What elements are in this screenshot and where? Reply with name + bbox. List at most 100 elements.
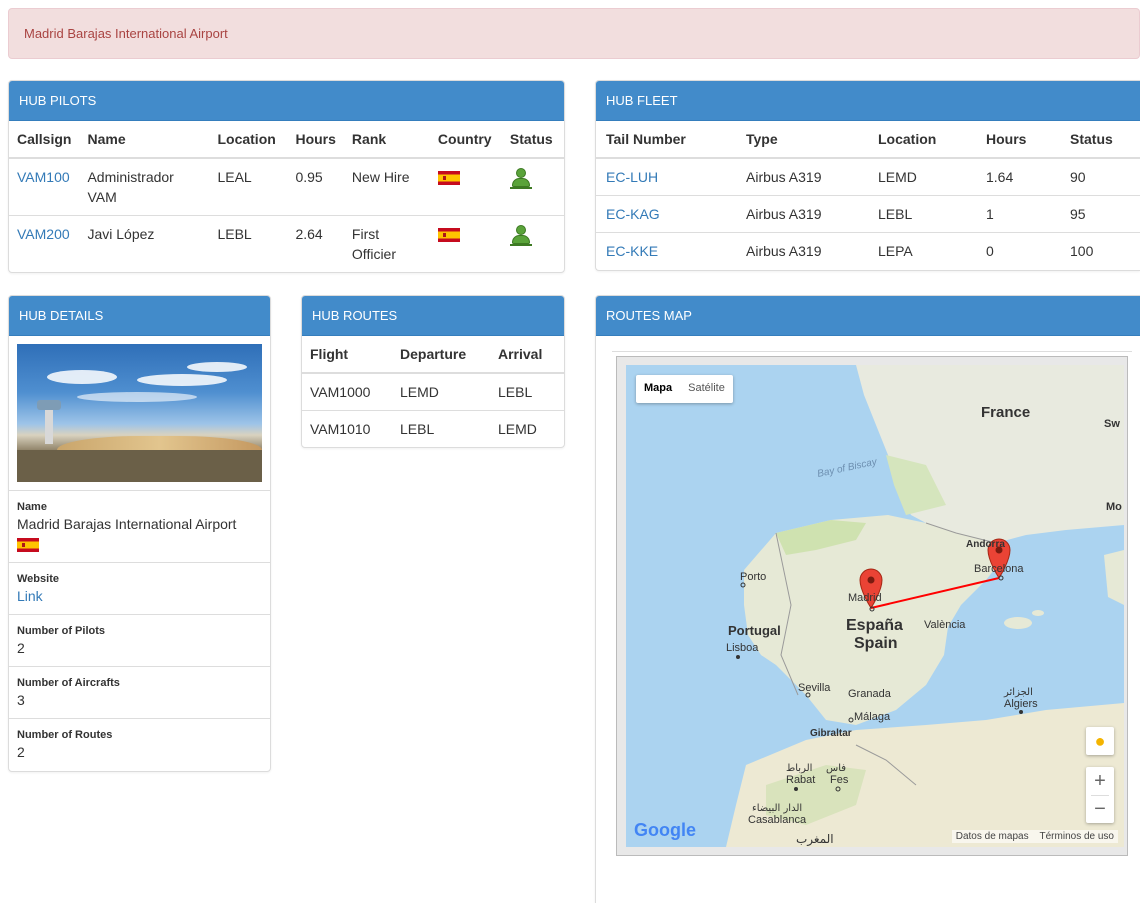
hub-pilots-table: Callsign Name Location Hours Rank Countr…: [9, 121, 564, 272]
fleet-location: LEBL: [868, 195, 976, 233]
map-label-spain: Spain: [854, 635, 898, 652]
hub-name-alert: Madrid Barajas International Airport: [8, 8, 1140, 59]
map-type-map-button[interactable]: Mapa: [636, 375, 680, 403]
zoom-in-button[interactable]: +: [1086, 767, 1114, 795]
zoom-out-button[interactable]: −: [1086, 795, 1114, 823]
col-status[interactable]: Status: [501, 121, 564, 159]
detail-website: Website Link: [9, 562, 270, 614]
table-row: EC-KAG Airbus A319 LEBL 1 95: [596, 195, 1140, 233]
map-label-valencia: València: [924, 619, 966, 631]
hub-fleet-table: Tail Number Type Location Hours Status E…: [596, 121, 1140, 269]
hub-routes-title: HUB ROUTES: [312, 308, 398, 323]
table-row: VAM100 Administrador VAM LEAL 0.95 New H…: [9, 157, 564, 216]
hub-pilots-panel: HUB PILOTS Callsign Name Location Hours …: [8, 80, 565, 273]
pilot-callsign-link[interactable]: VAM200: [17, 226, 70, 242]
street-view-pegman-icon[interactable]: ●: [1086, 727, 1114, 755]
detail-pilots: Number of Pilots 2: [9, 614, 270, 666]
fleet-status: 90: [1060, 157, 1140, 196]
map-label-algiers: Algiers: [1004, 698, 1038, 710]
hub-details-title: HUB DETAILS: [19, 308, 104, 323]
map-label-sw: Sw: [1104, 418, 1120, 430]
detail-name-value: Madrid Barajas International Airport: [17, 516, 237, 532]
hub-details-panel: HUB DETAILS Name Madrid Barajas Internat…: [8, 295, 271, 772]
col-hours[interactable]: Hours: [976, 121, 1060, 159]
col-country[interactable]: Country: [429, 121, 502, 159]
col-type[interactable]: Type: [736, 121, 868, 159]
hub-fleet-panel: HUB FLEET Tail Number Type Location Hour…: [595, 80, 1140, 271]
col-arrival[interactable]: Arrival: [490, 336, 564, 374]
fleet-type: Airbus A319: [736, 195, 868, 233]
table-row: VAM200 Javi López LEBL 2.64 First Offici…: [9, 215, 564, 272]
control-tower: [45, 406, 53, 444]
map-label-maghreb-ar: المغرب: [796, 832, 834, 847]
map-frame: France Sw Mo Bay of Biscay Porto Portuga…: [616, 356, 1128, 856]
fleet-status: 95: [1060, 195, 1140, 233]
map-type-control: Mapa Satélite: [636, 375, 733, 403]
flag-spain-icon: [437, 171, 460, 186]
col-location[interactable]: Location: [209, 121, 288, 159]
map-label-porto: Porto: [740, 571, 766, 583]
fleet-hours: 1.64: [976, 157, 1060, 196]
hub-fleet-heading: HUB FLEET: [596, 81, 1140, 121]
map-label-malaga: Málaga: [854, 711, 891, 723]
map-label-lisboa: Lisboa: [726, 642, 759, 654]
map-label-rabat: Rabat: [786, 774, 815, 786]
detail-routes-label: Number of Routes: [17, 729, 113, 742]
col-hours[interactable]: Hours: [287, 121, 344, 159]
routes-map-title: ROUTES MAP: [606, 308, 692, 323]
table-row: EC-KKE Airbus A319 LEPA 0 100: [596, 232, 1140, 269]
map-label-rabat-ar: الرباط: [786, 763, 812, 774]
pilot-hours: 2.64: [287, 215, 344, 272]
hub-routes-heading: HUB ROUTES: [302, 296, 564, 336]
detail-pilots-value: 2: [17, 640, 25, 657]
detail-name-label: Name: [17, 501, 47, 513]
website-link[interactable]: Link: [17, 588, 43, 604]
table-row: VAM1000 LEMD LEBL: [302, 372, 564, 411]
terminal-building: [57, 436, 262, 450]
fleet-tail-link[interactable]: EC-LUH: [606, 169, 658, 185]
col-callsign[interactable]: Callsign: [9, 121, 80, 159]
user-active-icon: [509, 224, 532, 246]
fleet-tail-link[interactable]: EC-KKE: [606, 243, 658, 259]
map-type-satellite-button[interactable]: Satélite: [680, 375, 733, 403]
detail-pilots-label: Number of Pilots: [17, 625, 106, 638]
user-active-icon: [509, 167, 532, 189]
google-logo[interactable]: Google: [634, 820, 696, 841]
map-canvas: France Sw Mo Bay of Biscay Porto Portuga…: [726, 365, 1124, 847]
route-departure: LEMD: [392, 372, 490, 411]
routes-map[interactable]: France Sw Mo Bay of Biscay Porto Portuga…: [626, 365, 1124, 847]
fleet-status: 100: [1060, 232, 1140, 269]
fleet-hours: 1: [976, 195, 1060, 233]
table-row: VAM1010 LEBL LEMD: [302, 410, 564, 447]
col-flight[interactable]: Flight: [302, 336, 392, 374]
col-location[interactable]: Location: [868, 121, 976, 159]
detail-routes: Number of Routes 2: [9, 718, 270, 770]
map-footer: Datos de mapas Términos de uso: [951, 830, 1118, 843]
hub-routes-panel: HUB ROUTES Flight Departure Arrival VAM1…: [301, 295, 565, 448]
flag-spain-icon: [17, 538, 39, 553]
detail-aircrafts: Number of Aircrafts 3: [9, 666, 270, 718]
col-rank[interactable]: Rank: [343, 121, 430, 159]
col-departure[interactable]: Departure: [392, 336, 490, 374]
detail-website-label: Website: [17, 573, 59, 586]
map-terms-link[interactable]: Términos de uso: [1040, 831, 1114, 842]
routes-map-panel: ROUTES MAP France Sw Mo Bay of Biscay Po…: [595, 295, 1140, 903]
map-label-gibraltar: Gibraltar: [810, 728, 852, 739]
map-label-andorra: Andorra: [966, 539, 1005, 550]
detail-aircrafts-label: Number of Aircrafts: [17, 677, 120, 690]
hub-pilots-title: HUB PILOTS: [19, 93, 97, 108]
map-label-bay: Bay of Biscay: [816, 456, 879, 480]
col-tail-number[interactable]: Tail Number: [596, 121, 736, 159]
col-status[interactable]: Status: [1060, 121, 1140, 159]
pilot-callsign-link[interactable]: VAM100: [17, 169, 70, 185]
routes-map-heading: ROUTES MAP: [596, 296, 1140, 336]
map-label-espana: España: [846, 617, 903, 634]
fleet-tail-link[interactable]: EC-KAG: [606, 206, 660, 222]
fleet-type: Airbus A319: [736, 157, 868, 196]
map-label-algiers-ar: الجزائر: [1003, 687, 1033, 698]
alert-text: Madrid Barajas International Airport: [24, 26, 228, 41]
map-data-link[interactable]: Datos de mapas: [956, 831, 1029, 842]
map-label-granada: Granada: [848, 688, 892, 700]
col-name[interactable]: Name: [79, 121, 210, 159]
map-label-portugal: Portugal: [728, 623, 781, 638]
